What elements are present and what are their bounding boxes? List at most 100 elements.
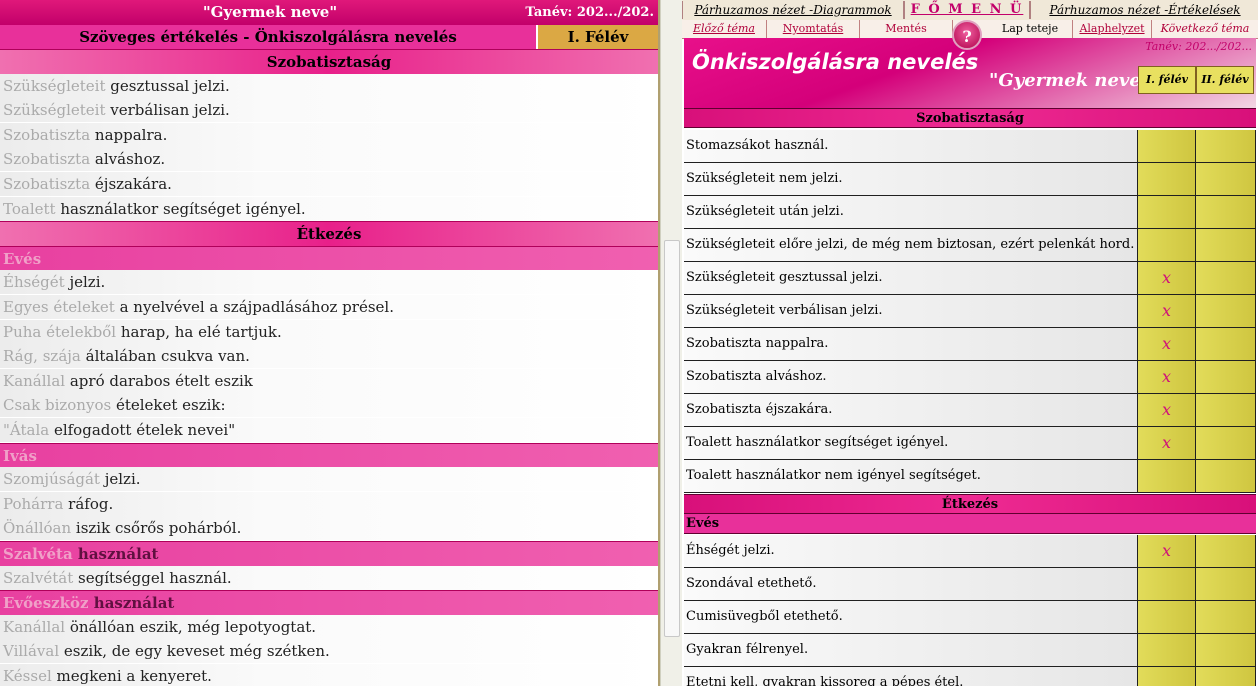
item-lead: Toalett [3, 199, 56, 218]
item-text: éjszakára. [90, 175, 172, 193]
table-row: Éhségét jelzi. x [684, 535, 1256, 568]
semester-2-checkbox[interactable] [1196, 229, 1256, 261]
list-item: Szomjúságát jelzi. [0, 467, 660, 492]
page-title: Önkiszolgálásra nevelés [692, 50, 979, 74]
semester-1-checkbox[interactable] [1138, 601, 1196, 633]
subsection-header: Evőeszköz használat [0, 590, 660, 617]
list-item: Szobatiszta alváshoz. [0, 147, 660, 172]
semester-1-checkbox[interactable] [1138, 568, 1196, 600]
semester-1-checkbox[interactable]: x [1138, 394, 1196, 426]
right-pane: Párhuzamos nézet -Diagrammok F Ő M E N Ü… [682, 0, 1258, 686]
semester-1-checkbox[interactable]: x [1138, 295, 1196, 327]
school-year-right: Tanév: 202.../202... [1145, 40, 1252, 53]
page-top-button[interactable]: Lap teteje [988, 20, 1073, 38]
item-lead: Puha ételekből [3, 322, 117, 341]
list-item: Toalett használatkor segítséget igényel. [0, 196, 660, 221]
semester-1-checkbox[interactable] [1138, 667, 1196, 686]
semester-2-checkbox[interactable] [1196, 667, 1256, 686]
subsection-header: Szalvéta használat [0, 541, 660, 567]
semester-2-checkbox[interactable] [1196, 361, 1256, 393]
scrollbar-thumb[interactable] [664, 240, 680, 637]
item-lead: Kanállal [3, 617, 66, 636]
item-lead: Önállóan [3, 519, 72, 538]
item-text: ételeket eszik: [111, 396, 226, 415]
table-row: Stomazsákot használ. [684, 130, 1256, 163]
table-row: Gyakran félrenyel. [684, 634, 1256, 667]
semester-1-checkbox[interactable] [1138, 196, 1196, 228]
row-label: Cumisüvegből etethető. [684, 601, 1138, 633]
list-item: Szükségleteit verbálisan jelzi. [0, 98, 660, 123]
item-lead: Szomjúságát [3, 470, 100, 489]
section-header: Szobatisztaság [684, 108, 1256, 128]
semester-2-checkbox[interactable] [1196, 130, 1256, 162]
semester-1-checkbox[interactable] [1138, 460, 1196, 492]
list-item: Éhségét jelzi. [0, 270, 660, 295]
subsection-text: használat [88, 594, 175, 613]
item-lead: Villával [3, 642, 60, 661]
row-label: Éhségét jelzi. [684, 535, 1138, 567]
semester-2-checkbox[interactable] [1196, 295, 1256, 327]
item-text: iszik csőrős pohárból. [71, 519, 242, 538]
section-header: Étkezés [0, 221, 658, 248]
list-item: Pohárra ráfog. [0, 491, 660, 516]
subsection-lead: Szalvéta [3, 545, 73, 563]
semester-2-checkbox[interactable] [1196, 634, 1256, 666]
previous-topic-button[interactable]: Előző téma [682, 20, 767, 38]
item-text: harap, ha elé tartjuk. [116, 322, 282, 341]
semester-1-checkbox[interactable] [1138, 130, 1196, 162]
help-icon[interactable]: ? [952, 20, 982, 50]
item-text: megkeni a kenyeret. [51, 667, 212, 685]
item-text: jelzi. [64, 273, 106, 292]
subsection-header: Evés [0, 245, 660, 272]
item-lead: Szobatiszta [3, 175, 91, 193]
semester-2-checkbox[interactable] [1196, 535, 1256, 567]
semester-2-checkbox[interactable] [1196, 196, 1256, 228]
semester-1-checkbox[interactable]: x [1138, 262, 1196, 294]
semester-1-checkbox[interactable] [1138, 229, 1196, 261]
semester-1-checkbox[interactable]: x [1138, 328, 1196, 360]
item-text: eszik, de egy keveset még szétken. [59, 642, 330, 661]
list-item: Rág, szája általában csukva van. [0, 344, 660, 369]
semester-2-checkbox[interactable] [1196, 460, 1256, 492]
item-lead: Éhségét [3, 273, 65, 292]
semester-2-checkbox[interactable] [1196, 427, 1256, 459]
list-item: Puha ételekből harap, ha elé tartjuk. [0, 319, 660, 344]
print-button[interactable]: Nyomtatás [767, 20, 860, 38]
nav-parallel-diagrams[interactable]: Párhuzamos nézet -Diagrammok [682, 1, 904, 19]
next-topic-button[interactable]: Következő téma [1152, 20, 1258, 38]
table-row: Szükségleteit után jelzi. [684, 196, 1256, 229]
semester-1-checkbox[interactable] [1138, 163, 1196, 195]
semester-2-checkbox[interactable] [1196, 601, 1256, 633]
subsection-header: Ivás [0, 442, 660, 469]
semester-1-checkbox[interactable] [1138, 634, 1196, 666]
nav-parallel-evaluations[interactable]: Párhuzamos nézet -Értékelések [1030, 1, 1258, 19]
item-lead: "Átala [3, 421, 50, 439]
section-header: Szobatisztaság [0, 49, 658, 75]
semester-1-checkbox[interactable]: x [1138, 535, 1196, 567]
semester-2-checkbox[interactable] [1196, 568, 1256, 600]
table-row: Szobatiszta nappalra. x [684, 328, 1256, 361]
table-row: Etetni kell, gyakran kissoreg a pépes ét… [684, 667, 1256, 686]
save-button[interactable]: Mentés [860, 20, 953, 38]
subsection-text: használat [72, 545, 159, 563]
semester-2-checkbox[interactable] [1196, 262, 1256, 294]
list-item: Villával eszik, de egy keveset még szétk… [0, 639, 660, 664]
item-lead: Kanállal [3, 371, 66, 390]
reset-button[interactable]: Alaphelyzet [1073, 20, 1152, 38]
semester-1-checkbox[interactable]: x [1138, 427, 1196, 459]
semester-2-checkbox[interactable] [1196, 394, 1256, 426]
list-item: Késsel megkeni a kenyeret. [0, 664, 660, 686]
section-header: Étkezés [684, 494, 1256, 514]
item-lead: Szükségleteit [3, 101, 106, 120]
item-lead: Késsel [3, 667, 52, 685]
semester-2-checkbox[interactable] [1196, 328, 1256, 360]
vertical-scrollbar[interactable] [660, 0, 683, 686]
list-item: Önállóan iszik csőrős pohárból. [0, 516, 660, 541]
semester-2-checkbox[interactable] [1196, 163, 1256, 195]
subsection-header: Evés [684, 514, 1256, 534]
semester-1-checkbox[interactable]: x [1138, 361, 1196, 393]
item-text: verbálisan jelzi. [105, 101, 230, 120]
nav-main-menu[interactable]: F Ő M E N Ü [904, 1, 1030, 19]
list-item: Szobatiszta éjszakára. [0, 172, 660, 196]
item-text: nappalra. [90, 125, 168, 144]
